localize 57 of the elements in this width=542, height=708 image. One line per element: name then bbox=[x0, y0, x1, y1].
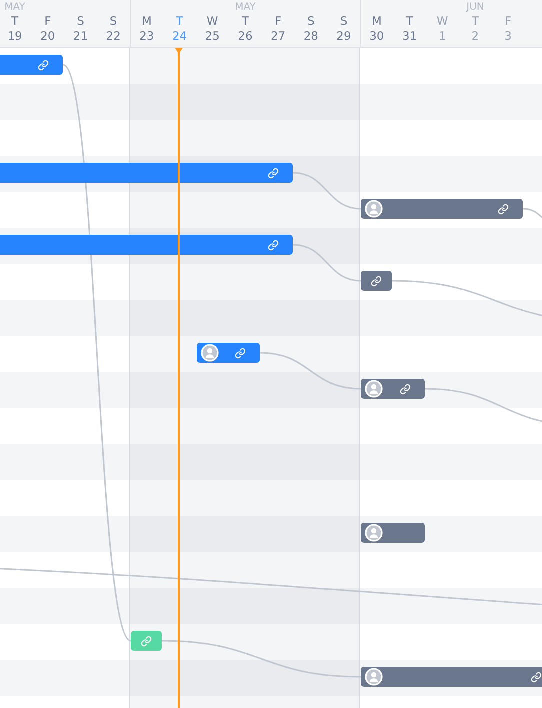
month-label: MAY bbox=[4, 1, 26, 14]
task-bar[interactable] bbox=[196, 343, 260, 363]
month-label: JUN bbox=[466, 1, 484, 14]
date-label: 30 bbox=[370, 29, 384, 44]
weekday-label: S bbox=[77, 14, 84, 29]
link-icon[interactable] bbox=[498, 204, 510, 214]
link-icon[interactable] bbox=[370, 276, 382, 286]
date-label: 29 bbox=[336, 29, 352, 44]
dependency-line bbox=[293, 172, 362, 210]
weekday-label: S bbox=[307, 14, 315, 29]
link-icon[interactable] bbox=[268, 240, 280, 250]
dependency-line bbox=[293, 244, 362, 282]
weekday-label: T bbox=[242, 14, 249, 29]
weekday-label: T bbox=[12, 14, 19, 29]
weekday-label: W bbox=[436, 14, 448, 29]
date-label: 2 bbox=[472, 29, 480, 44]
task-bar[interactable] bbox=[361, 379, 425, 399]
date-label: 19 bbox=[8, 29, 22, 44]
task-bar[interactable] bbox=[361, 667, 542, 687]
weekday-label: F bbox=[44, 14, 52, 29]
date-label: 21 bbox=[73, 29, 88, 44]
weekday-label: W bbox=[206, 14, 218, 29]
avatar-icon bbox=[200, 344, 219, 362]
date-label: 28 bbox=[304, 29, 318, 44]
date-label: 1 bbox=[438, 29, 446, 44]
avatar-icon bbox=[365, 668, 383, 686]
avatar-icon bbox=[365, 200, 383, 218]
weekday-label: F bbox=[504, 14, 512, 29]
link-icon[interactable] bbox=[531, 672, 542, 682]
link-icon[interactable] bbox=[38, 60, 50, 70]
date-label: 22 bbox=[106, 29, 121, 44]
task-bar[interactable] bbox=[361, 271, 392, 291]
avatar-icon bbox=[365, 380, 383, 398]
task-bar[interactable] bbox=[361, 199, 524, 219]
weekday-label: T bbox=[472, 14, 479, 29]
date-label: 23 bbox=[140, 29, 154, 44]
weekday-label: M bbox=[142, 14, 152, 29]
avatar-icon bbox=[365, 524, 383, 542]
weekday-label: S bbox=[340, 14, 348, 29]
weekday-label: T bbox=[176, 14, 184, 29]
link-icon[interactable] bbox=[268, 168, 280, 178]
month-label: MAY bbox=[235, 1, 256, 14]
date-label: 27 bbox=[270, 29, 286, 44]
weekday-label: S bbox=[110, 14, 118, 29]
link-icon[interactable] bbox=[235, 348, 246, 358]
date-label: 26 bbox=[238, 29, 253, 44]
date-label: 20 bbox=[40, 29, 56, 44]
weekday-label: M bbox=[372, 14, 382, 29]
weekday-label: F bbox=[274, 14, 282, 29]
task-bar[interactable] bbox=[361, 523, 425, 543]
link-icon[interactable] bbox=[400, 384, 411, 394]
date-label: 24 bbox=[172, 29, 188, 44]
date-label: 3 bbox=[504, 29, 512, 44]
date-label: 31 bbox=[402, 29, 418, 44]
date-label: 25 bbox=[205, 29, 220, 44]
task-bar[interactable] bbox=[0, 55, 64, 75]
weekday-label: T bbox=[406, 14, 414, 29]
